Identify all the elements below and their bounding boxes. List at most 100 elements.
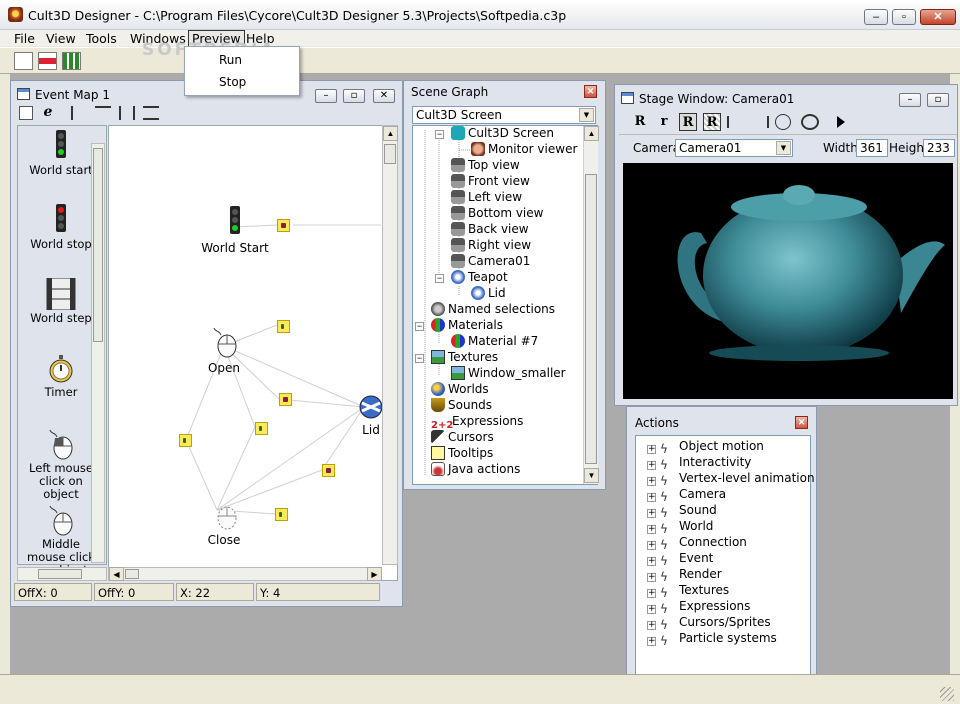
dropdown-arrow-icon[interactable]: ▼	[579, 108, 594, 122]
tree-top-view[interactable]: Top view	[451, 158, 520, 172]
tree-sounds[interactable]: Sounds	[431, 398, 492, 412]
action-category[interactable]: + ϟ Cursors/Sprites	[647, 615, 771, 632]
expand-toggle[interactable]: +	[647, 573, 656, 582]
expand-toggle[interactable]: +	[647, 445, 656, 454]
action-category[interactable]: + ϟ Textures	[647, 583, 729, 600]
node-open[interactable]: Open	[199, 326, 249, 375]
action-category[interactable]: + ϟ Render	[647, 567, 722, 584]
hand-icon[interactable]	[775, 114, 791, 130]
event-map-maximize[interactable]: ▫	[343, 89, 365, 103]
pin-left-icon[interactable]	[727, 116, 745, 128]
node-world-start[interactable]: World Start	[197, 206, 273, 255]
tree-material-7[interactable]: Material #7	[451, 334, 538, 348]
expand-toggle[interactable]: +	[647, 589, 656, 598]
navigate-icon[interactable]	[801, 114, 819, 130]
expand-toggle[interactable]: +	[647, 637, 656, 646]
canvas-hscroll-thumb[interactable]	[125, 569, 139, 579]
menu-item-stop[interactable]: Stop	[219, 75, 246, 89]
space-horizontal-icon[interactable]	[119, 106, 135, 120]
event-map-close[interactable]: ✕	[373, 89, 395, 103]
camera-select[interactable]: Camera01 ▼	[675, 139, 793, 157]
expand-toggle[interactable]: +	[647, 461, 656, 470]
node-close[interactable]: Close	[199, 498, 249, 547]
tool-reset-button[interactable]: R	[679, 113, 697, 131]
event-map-canvas[interactable]: World Start Open Lid Close	[108, 125, 398, 581]
select-icon[interactable]	[19, 106, 33, 120]
align-top-icon[interactable]	[95, 106, 111, 120]
grid-icon[interactable]	[62, 52, 81, 70]
expand-toggle[interactable]: +	[647, 493, 656, 502]
tool-rotate-small-button[interactable]: r	[655, 113, 673, 131]
library-timer[interactable]: Timer	[22, 354, 100, 399]
stage-minimize[interactable]: –	[899, 93, 921, 107]
minimize-button[interactable]: –	[864, 9, 888, 25]
width-input[interactable]: 361	[856, 139, 888, 157]
tree-textures[interactable]: Textures	[431, 350, 498, 364]
scroll-up-arrow[interactable]: ▲	[383, 126, 398, 141]
pin-right-icon[interactable]	[751, 116, 769, 128]
expand-toggle[interactable]: +	[647, 557, 656, 566]
close-button[interactable]: ✕	[920, 9, 956, 25]
resize-grip-icon[interactable]	[940, 687, 954, 701]
action-node-7[interactable]	[275, 508, 288, 521]
stage-maximize[interactable]: ▫	[927, 93, 949, 107]
action-category[interactable]: + ϟ Interactivity	[647, 455, 751, 472]
menu-view[interactable]: View	[46, 31, 76, 46]
action-node-5[interactable]	[179, 434, 192, 447]
action-category[interactable]: + ϟ Camera	[647, 487, 726, 504]
library-hscroll-thumb[interactable]	[38, 569, 82, 579]
tree-named-selections[interactable]: Named selections	[431, 302, 555, 316]
scroll-right-arrow[interactable]: ▶	[367, 567, 382, 581]
action-node-4[interactable]	[255, 422, 268, 435]
expand-toggle[interactable]: +	[647, 621, 656, 630]
action-category[interactable]: + ϟ Expressions	[647, 599, 750, 616]
library-world-stop[interactable]: World stop	[22, 204, 100, 251]
library-scroll-thumb[interactable]	[93, 148, 103, 342]
tree-right-view[interactable]: Right view	[451, 238, 531, 252]
tool-reset-all-button[interactable]: R	[703, 113, 721, 131]
space-vertical-icon[interactable]	[143, 106, 159, 120]
action-category[interactable]: + ϟ World	[647, 519, 713, 536]
action-node-2[interactable]	[277, 320, 290, 333]
play-icon[interactable]	[837, 116, 845, 128]
action-category[interactable]: + ϟ Sound	[647, 503, 717, 520]
event-map-minimize[interactable]: –	[315, 89, 337, 103]
expand-toggle[interactable]: +	[647, 477, 656, 486]
expand-toggle[interactable]: +	[647, 541, 656, 550]
scroll-left-arrow[interactable]: ◀	[109, 567, 124, 581]
tree-window-smaller[interactable]: Window_smaller	[451, 366, 566, 380]
tree-left-view[interactable]: Left view	[451, 190, 522, 204]
tree-camera01[interactable]: Camera01	[451, 254, 530, 268]
action-node-1[interactable]	[277, 219, 290, 232]
action-category[interactable]: + ϟ Event	[647, 551, 713, 568]
collapse-toggle[interactable]: −	[435, 274, 444, 283]
scroll-down-arrow[interactable]: ▼	[584, 468, 599, 483]
tree-cursors[interactable]: Cursors	[431, 430, 494, 444]
event-map-icon[interactable]	[38, 52, 57, 70]
tree-bottom-view[interactable]: Bottom view	[451, 206, 543, 220]
canvas-vscroll-thumb[interactable]	[384, 144, 396, 164]
action-node-3[interactable]	[279, 393, 292, 406]
collapse-toggle[interactable]: −	[415, 354, 424, 363]
action-category[interactable]: + ϟ Connection	[647, 535, 747, 552]
scene-graph-close[interactable]: ✕	[584, 85, 597, 98]
tree-back-view[interactable]: Back view	[451, 222, 529, 236]
tree-lid[interactable]: Lid	[471, 286, 506, 300]
library-scrollbar[interactable]	[91, 143, 105, 563]
canvas-vscrollbar[interactable]: ▲	[382, 125, 398, 565]
library-hscrollbar[interactable]	[17, 567, 107, 581]
action-category[interactable]: + ϟ Vertex-level animation	[647, 471, 815, 488]
library-left-mouse-click[interactable]: Left mouse click on object	[22, 428, 100, 501]
expand-toggle[interactable]: +	[647, 605, 656, 614]
tree-java-actions[interactable]: Java actions	[431, 462, 520, 476]
tree-monitor-viewer[interactable]: Monitor viewer	[471, 142, 577, 156]
new-window-icon[interactable]	[14, 52, 33, 70]
tree-worlds[interactable]: Worlds	[431, 382, 489, 396]
tree-front-view[interactable]: Front view	[451, 174, 530, 188]
height-input[interactable]: 233	[923, 139, 955, 157]
library-world-start[interactable]: World start	[22, 130, 100, 177]
menu-item-run[interactable]: Run	[219, 53, 242, 67]
actions-close[interactable]: ✕	[795, 416, 808, 429]
tool-rotate-button[interactable]: R	[631, 113, 649, 131]
library-world-step[interactable]: World step	[22, 278, 100, 325]
